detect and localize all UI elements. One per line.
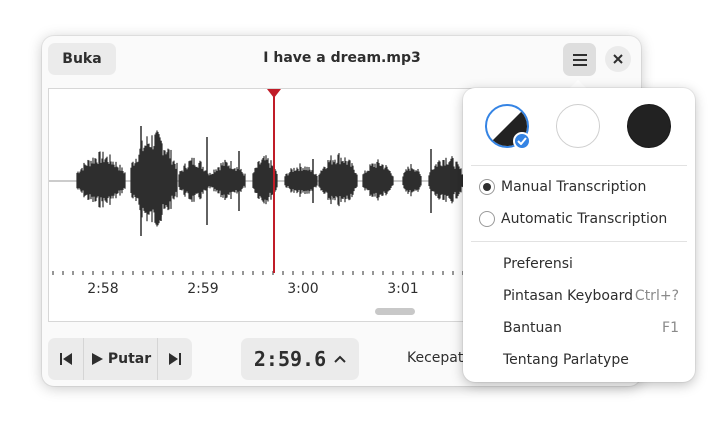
menu-separator	[471, 241, 687, 242]
radio-button	[479, 211, 495, 227]
menu-item-label: Tentang Parlatype	[503, 352, 629, 368]
menu-item-label: Bantuan	[503, 320, 562, 336]
option-label: Manual Transcription	[501, 179, 647, 195]
open-button[interactable]: Buka	[48, 43, 116, 75]
jump-back-button[interactable]	[48, 338, 84, 380]
close-icon	[613, 54, 623, 64]
play-icon	[91, 353, 103, 365]
chevron-up-icon	[334, 355, 346, 363]
skip-forward-icon	[169, 353, 181, 365]
time-tick-label: 2:58	[87, 281, 119, 297]
time-tick-label: 3:01	[387, 281, 419, 297]
time-tick-label: 2:59	[187, 281, 219, 297]
menu-item-label: Pintasan Keyboard	[503, 288, 633, 304]
window-title: I have a dream.mp3	[263, 50, 421, 66]
menu-item-preferences[interactable]: Preferensi	[503, 253, 679, 275]
manual-transcription-option[interactable]: Manual Transcription	[479, 177, 646, 197]
timecode-button[interactable]: 2:59.6	[241, 338, 359, 380]
radio-button-checked	[479, 179, 495, 195]
main-menu-popover: Manual Transcription Automatic Transcrip…	[463, 88, 695, 382]
main-menu-button[interactable]	[563, 43, 596, 76]
light-style-swatch[interactable]	[556, 104, 600, 148]
time-tick-label: 3:00	[287, 281, 319, 297]
menu-item-help[interactable]: Bantuan F1	[503, 317, 679, 339]
menu-item-about[interactable]: Tentang Parlatype	[503, 349, 679, 371]
play-label: Putar	[107, 351, 152, 367]
header-bar: Buka I have a dream.mp3	[42, 36, 641, 84]
menu-item-label: Preferensi	[503, 256, 573, 272]
hamburger-menu-icon	[572, 53, 587, 66]
menu-item-accelerator: F1	[662, 320, 679, 336]
menu-separator	[471, 165, 687, 166]
option-label: Automatic Transcription	[501, 211, 668, 227]
menu-item-accelerator: Ctrl+?	[634, 288, 679, 304]
close-button[interactable]	[605, 46, 631, 72]
checkmark-icon	[513, 132, 531, 150]
playhead-marker-icon	[267, 89, 281, 98]
jump-forward-button[interactable]	[158, 338, 192, 380]
dark-style-swatch[interactable]	[627, 104, 671, 148]
automatic-transcription-option[interactable]: Automatic Transcription	[479, 209, 667, 229]
play-button[interactable]: Putar	[84, 338, 158, 380]
transport-controls: Putar	[48, 338, 192, 380]
horizontal-scrollbar[interactable]	[375, 308, 415, 315]
timecode-value: 2:59.6	[253, 347, 327, 371]
menu-item-keyboard-shortcuts[interactable]: Pintasan Keyboard Ctrl+?	[503, 285, 679, 307]
skip-back-icon	[59, 353, 72, 365]
